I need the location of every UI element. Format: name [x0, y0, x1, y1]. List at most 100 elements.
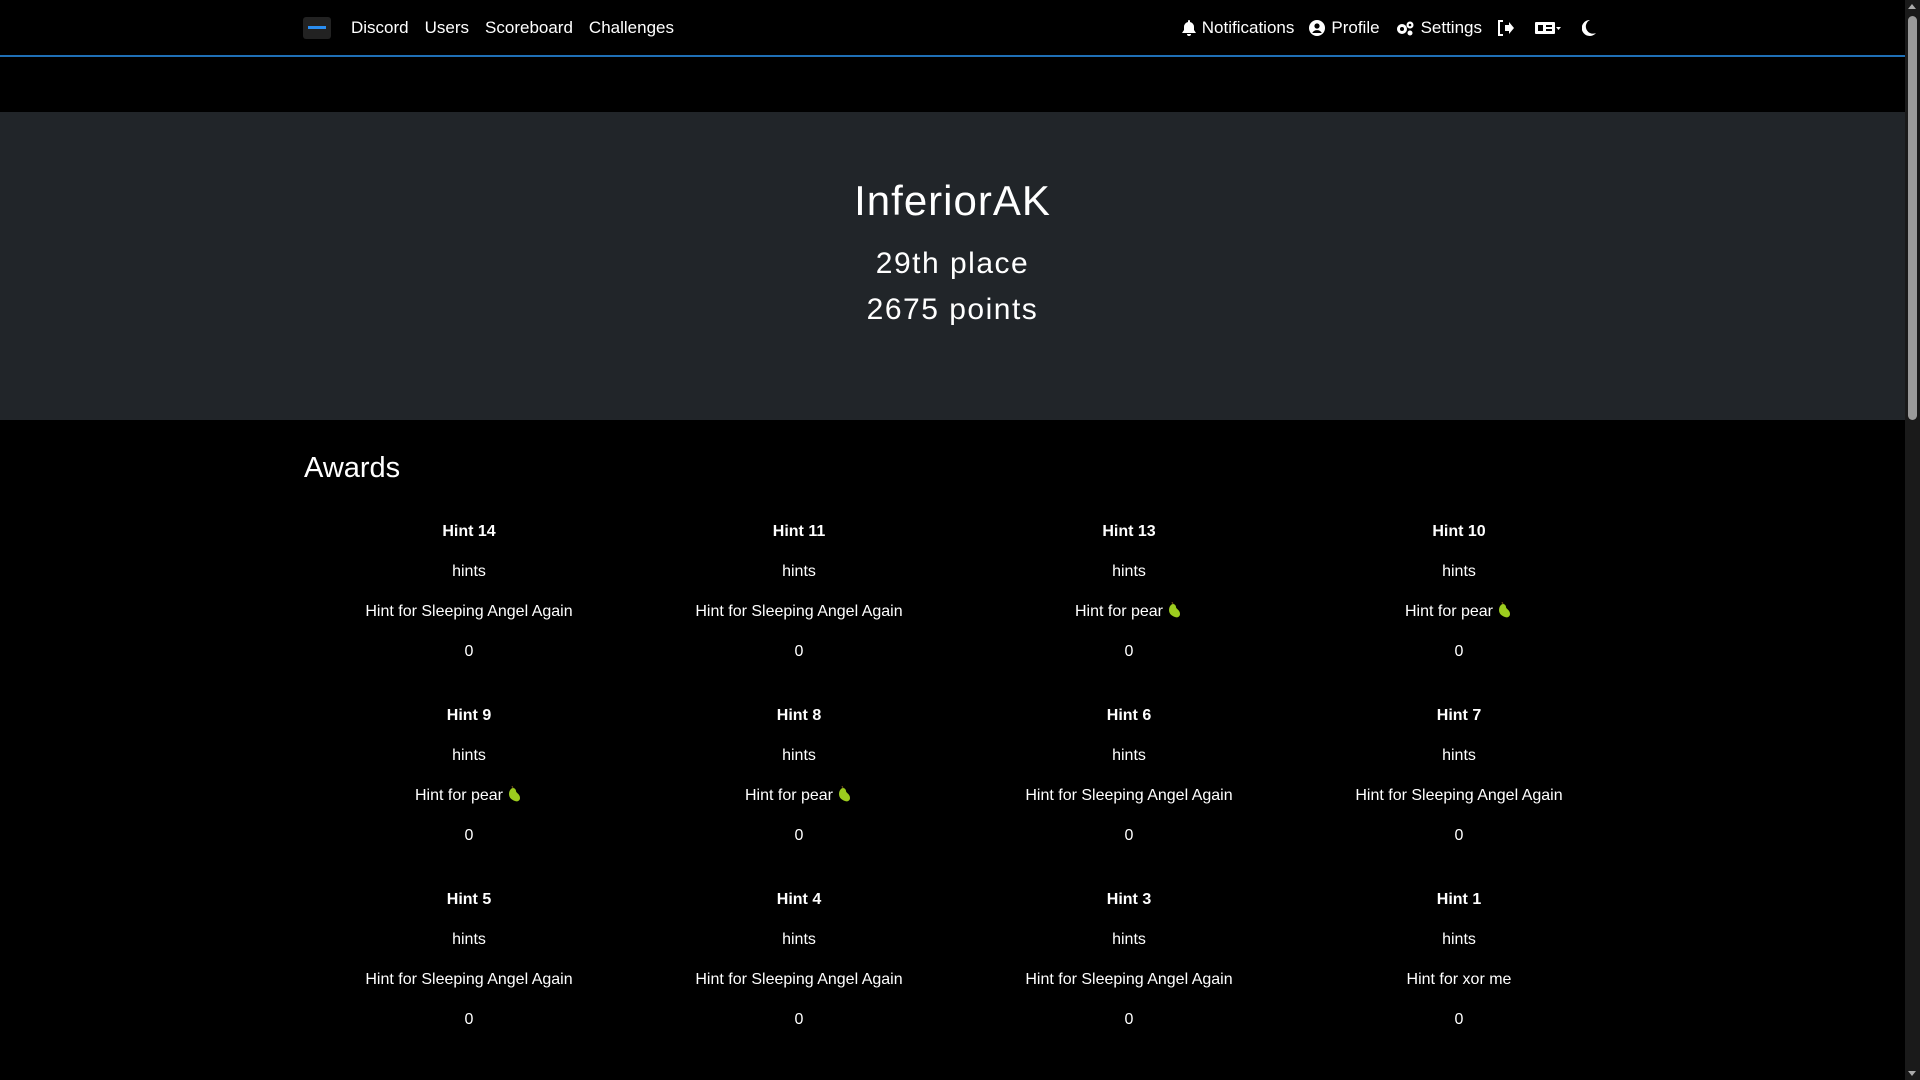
nav-link-users[interactable]: Users	[425, 18, 469, 38]
site-logo[interactable]	[303, 16, 331, 39]
award-value: 0	[794, 1011, 804, 1028]
user-circle-icon	[1309, 19, 1326, 36]
award-category: hints	[1442, 931, 1476, 948]
award-item: Hint 13 hints Hint for pear 0	[964, 512, 1294, 696]
user-points: 2675 points	[866, 293, 1039, 326]
award-value: 0	[1454, 643, 1464, 660]
award-description-text: Hint for pear	[414, 787, 504, 804]
award-item: Hint 5 hints Hint for Sleeping Angel Aga…	[304, 880, 634, 1064]
scroll-down-arrow-icon[interactable]	[1908, 1071, 1916, 1076]
award-description-text: Hint for Sleeping Angel Again	[365, 603, 573, 620]
nav-link-discord[interactable]: Discord	[351, 18, 409, 38]
bell-icon	[1181, 19, 1196, 36]
award-value: 0	[794, 643, 804, 660]
profile-header: InferiorAK 29th place 2675 points	[0, 112, 1905, 420]
award-value: 0	[794, 827, 804, 844]
award-description-text: Hint for Sleeping Angel Again	[1025, 787, 1233, 804]
award-item: Hint 3 hints Hint for Sleeping Angel Aga…	[964, 880, 1294, 1064]
nav-profile-label: Profile	[1331, 17, 1380, 37]
award-description-text: Hint for Sleeping Angel Again	[1025, 971, 1233, 988]
award-value: 0	[1124, 1011, 1134, 1028]
award-item: Hint 7 hints Hint for Sleeping Angel Aga…	[1294, 696, 1624, 880]
pear-icon	[509, 786, 521, 802]
page-scrollbar[interactable]	[1905, 0, 1920, 1080]
nav-profile[interactable]: Profile	[1309, 17, 1380, 38]
awards-grid: Hint 14 hints Hint for Sleeping Angel Ag…	[304, 512, 1624, 1064]
award-description: Hint for Sleeping Angel Again	[634, 960, 964, 1000]
awards-heading: Awards	[304, 452, 401, 484]
award-description: Hint for Sleeping Angel Again	[1294, 776, 1624, 816]
navbar-inner: Discord Users Scoreboard Challenges Noti…	[303, 0, 1602, 55]
award-name: Hint 3	[1106, 891, 1152, 908]
award-value: 0	[1124, 827, 1134, 844]
award-value: 0	[464, 643, 474, 660]
pear-icon	[1499, 602, 1511, 618]
award-description: Hint for pear	[964, 592, 1294, 632]
award-name: Hint 10	[1432, 523, 1486, 540]
award-item: Hint 1 hints Hint for xor me 0	[1294, 880, 1624, 1064]
award-description: Hint for xor me	[1294, 960, 1624, 1000]
award-category: hints	[452, 563, 486, 580]
award-category: hints	[1112, 931, 1146, 948]
award-name: Hint 8	[776, 707, 822, 724]
award-item: Hint 14 hints Hint for Sleeping Angel Ag…	[304, 512, 634, 696]
theme-toggle[interactable]	[1582, 19, 1602, 36]
award-category: hints	[1442, 747, 1476, 764]
nav-settings[interactable]: Settings	[1395, 18, 1482, 38]
award-description: Hint for pear	[304, 776, 634, 816]
sign-out-icon	[1497, 19, 1514, 36]
nav-link-scoreboard[interactable]: Scoreboard	[485, 18, 573, 38]
award-item: Hint 11 hints Hint for Sleeping Angel Ag…	[634, 512, 964, 696]
award-description: Hint for pear	[634, 776, 964, 816]
award-description: Hint for Sleeping Angel Again	[964, 776, 1294, 816]
award-name: Hint 13	[1102, 523, 1156, 540]
award-description-text: Hint for Sleeping Angel Again	[695, 603, 903, 620]
gears-icon	[1395, 20, 1415, 36]
nav-link-challenges[interactable]: Challenges	[589, 18, 674, 38]
pear-icon	[1169, 602, 1181, 618]
award-value: 0	[1454, 827, 1464, 844]
award-item: Hint 6 hints Hint for Sleeping Angel Aga…	[964, 696, 1294, 880]
award-name: Hint 6	[1106, 707, 1152, 724]
award-name: Hint 1	[1436, 891, 1482, 908]
award-category: hints	[1442, 563, 1476, 580]
award-description-text: Hint for Sleeping Angel Again	[1355, 787, 1563, 804]
award-value: 0	[464, 1011, 474, 1028]
logout-button[interactable]	[1497, 19, 1520, 36]
award-description: Hint for Sleeping Angel Again	[304, 960, 634, 1000]
award-category: hints	[782, 931, 816, 948]
award-item: Hint 9 hints Hint for pear 0	[304, 696, 634, 880]
top-navbar: Discord Users Scoreboard Challenges Noti…	[0, 0, 1905, 57]
scroll-up-arrow-icon[interactable]	[1908, 4, 1916, 9]
award-description: Hint for Sleeping Angel Again	[304, 592, 634, 632]
nav-right: Notifications Profile Settings	[1167, 18, 1602, 38]
award-description: Hint for pear	[1294, 592, 1624, 632]
award-name: Hint 11	[772, 523, 826, 540]
award-name: Hint 7	[1436, 707, 1482, 724]
language-dropdown[interactable]	[1535, 21, 1567, 35]
scroll-thumb[interactable]	[1908, 16, 1917, 420]
award-description-text: Hint for Sleeping Angel Again	[365, 971, 573, 988]
pear-icon	[839, 786, 851, 802]
award-category: hints	[452, 931, 486, 948]
user-place: 29th place	[875, 247, 1030, 280]
award-item: Hint 8 hints Hint for pear 0	[634, 696, 964, 880]
award-description: Hint for Sleeping Angel Again	[634, 592, 964, 632]
language-icon	[1535, 21, 1561, 35]
award-category: hints	[1112, 563, 1146, 580]
award-category: hints	[1112, 747, 1146, 764]
award-value: 0	[1124, 643, 1134, 660]
user-name: InferiorAK	[854, 177, 1051, 224]
award-item: Hint 4 hints Hint for Sleeping Angel Aga…	[634, 880, 964, 1064]
award-item: Hint 10 hints Hint for pear 0	[1294, 512, 1624, 696]
moon-icon	[1582, 19, 1596, 36]
award-description-text: Hint for pear	[1404, 603, 1494, 620]
nav-notifications[interactable]: Notifications	[1181, 17, 1295, 38]
award-name: Hint 5	[446, 891, 492, 908]
award-value: 0	[1454, 1011, 1464, 1028]
nav-notifications-label: Notifications	[1201, 17, 1295, 37]
nav-settings-label: Settings	[1420, 17, 1482, 37]
award-name: Hint 4	[776, 891, 822, 908]
award-name: Hint 14	[442, 523, 496, 540]
nav-left: Discord Users Scoreboard Challenges	[351, 18, 690, 38]
